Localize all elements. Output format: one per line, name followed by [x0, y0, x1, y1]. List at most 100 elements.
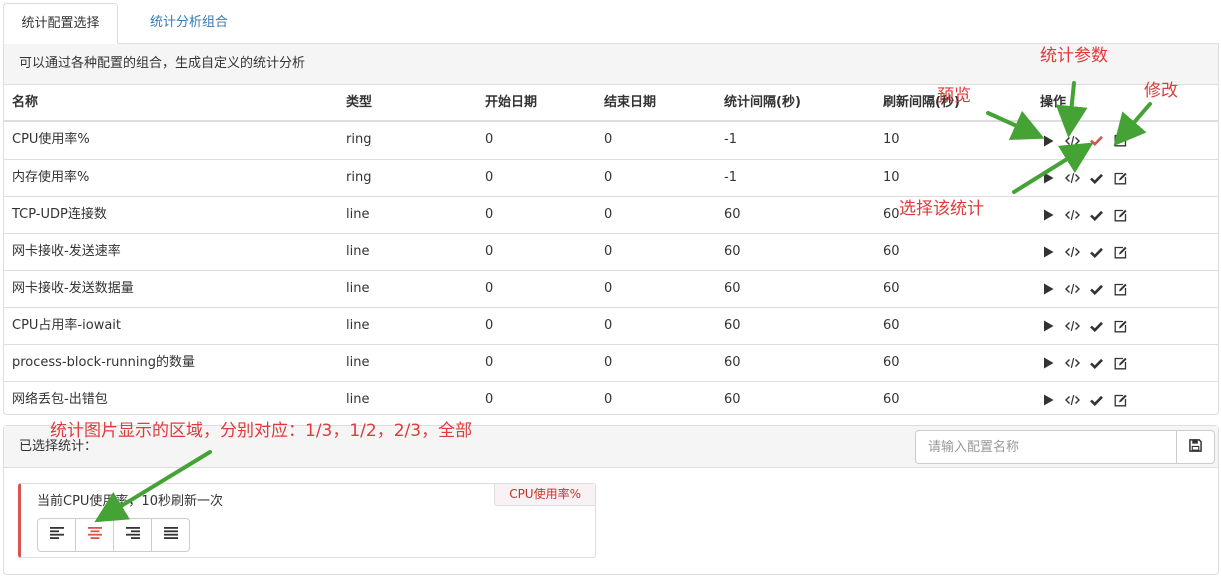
width-button-group [37, 518, 190, 552]
tab-analysis-combo[interactable]: 统计分析组合 [134, 3, 244, 44]
cell-type: line [346, 355, 370, 370]
edit-button[interactable] [1111, 391, 1130, 410]
cell-stat-interval: -1 [724, 132, 737, 147]
preview-button[interactable] [1039, 206, 1058, 225]
cell-start-date: 0 [485, 281, 494, 296]
col-actions: 操作 [1040, 95, 1067, 110]
width-third-button[interactable] [37, 518, 76, 552]
table-row: process-block-running的数量 line 0 0 60 60 [4, 344, 1218, 381]
tab-config-select[interactable]: 统计配置选择 [3, 3, 118, 44]
panel-heading: 可以通过各种配置的组合，生成自定义的统计分析 [4, 44, 1218, 85]
width-half-button[interactable] [75, 518, 114, 552]
cell-end-date: 0 [604, 281, 613, 296]
cell-stat-interval: 60 [724, 244, 741, 259]
cell-name: 内存使用率% [12, 170, 90, 185]
cell-name: 网卡接收-发送数据量 [12, 281, 134, 296]
preview-button[interactable] [1039, 131, 1058, 150]
select-stat-button[interactable] [1087, 391, 1106, 410]
select-stat-button[interactable] [1087, 243, 1106, 262]
table-row: 网卡接收-发送数据量 line 0 0 60 60 [4, 270, 1218, 307]
preview-button[interactable] [1039, 317, 1058, 336]
annotation-select-stat: 选择该统计 [899, 199, 984, 219]
edit-button[interactable] [1111, 354, 1130, 373]
table-row: 网络丢包-出错包 line 0 0 60 60 [4, 381, 1218, 418]
stat-params-button[interactable] [1063, 131, 1082, 150]
tab-bar: 统计配置选择 统计分析组合 [3, 3, 1219, 44]
col-end-date: 结束日期 [604, 95, 657, 110]
cell-start-date: 0 [485, 132, 494, 147]
preview-button[interactable] [1039, 280, 1058, 299]
selected-stat-card: 当前CPU使用率，10秒刷新一次 CPU使用率% [18, 483, 596, 558]
edit-button[interactable] [1111, 280, 1130, 299]
edit-button[interactable] [1111, 131, 1130, 150]
stat-params-button[interactable] [1063, 169, 1082, 188]
check-icon [1090, 395, 1103, 406]
config-name-input[interactable] [915, 430, 1177, 464]
row-actions [1039, 160, 1130, 196]
play-icon [1043, 246, 1054, 258]
preview-button[interactable] [1039, 391, 1058, 410]
row-actions [1039, 382, 1130, 418]
cell-name: TCP-UDP连接数 [12, 207, 107, 222]
edit-button[interactable] [1111, 317, 1130, 336]
annotation-region: 统计图片显示的区域，分别对应：1/3，1/2，2/3，全部 [50, 421, 473, 441]
cell-type: line [346, 244, 370, 259]
cell-stat-interval: 60 [724, 281, 741, 296]
select-stat-button[interactable] [1087, 354, 1106, 373]
code-icon [1065, 246, 1080, 258]
code-icon [1065, 209, 1080, 221]
align-right-icon [125, 527, 140, 543]
edit-button[interactable] [1111, 206, 1130, 225]
width-full-button[interactable] [151, 518, 190, 552]
code-icon [1065, 357, 1080, 369]
cell-end-date: 0 [604, 207, 613, 222]
stat-params-button[interactable] [1063, 206, 1082, 225]
code-icon [1065, 320, 1080, 332]
code-icon [1065, 172, 1080, 184]
cell-refresh-interval: 60 [883, 318, 900, 333]
table-row: TCP-UDP连接数 line 0 0 60 60 [4, 196, 1218, 233]
select-stat-button[interactable] [1087, 131, 1106, 150]
align-center-icon [87, 527, 102, 543]
cell-refresh-interval: 10 [883, 132, 900, 147]
edit-button[interactable] [1111, 169, 1130, 188]
edit-icon [1114, 209, 1127, 222]
edit-icon [1114, 246, 1127, 259]
select-stat-button[interactable] [1087, 317, 1106, 336]
preview-button[interactable] [1039, 243, 1058, 262]
stat-params-button[interactable] [1063, 391, 1082, 410]
stat-params-button[interactable] [1063, 280, 1082, 299]
save-button[interactable] [1176, 430, 1215, 464]
code-icon [1065, 135, 1080, 147]
table-row: 网卡接收-发送速率 line 0 0 60 60 [4, 233, 1218, 270]
select-stat-button[interactable] [1087, 206, 1106, 225]
col-stat-interval: 统计间隔(秒) [724, 95, 801, 110]
cell-type: ring [346, 132, 372, 147]
stat-params-button[interactable] [1063, 317, 1082, 336]
table-row: 内存使用率% ring 0 0 -1 10 [4, 159, 1218, 196]
stat-description: 当前CPU使用率，10秒刷新一次 [37, 494, 223, 509]
cell-start-date: 0 [485, 355, 494, 370]
cell-end-date: 0 [604, 355, 613, 370]
cell-stat-interval: -1 [724, 170, 737, 185]
preview-button[interactable] [1039, 169, 1058, 188]
cell-refresh-interval: 10 [883, 170, 900, 185]
cell-name: 网卡接收-发送速率 [12, 244, 121, 259]
select-stat-button[interactable] [1087, 169, 1106, 188]
stat-params-button[interactable] [1063, 243, 1082, 262]
stat-params-button[interactable] [1063, 354, 1082, 373]
edit-icon [1114, 320, 1127, 333]
col-name: 名称 [12, 95, 39, 110]
row-actions [1039, 234, 1130, 270]
search-group [915, 430, 1215, 464]
select-stat-button[interactable] [1087, 280, 1106, 299]
cell-end-date: 0 [604, 244, 613, 259]
width-two-thirds-button[interactable] [113, 518, 152, 552]
play-icon [1043, 135, 1054, 147]
edit-button[interactable] [1111, 243, 1130, 262]
preview-button[interactable] [1039, 354, 1058, 373]
annotation-stats-params: 统计参数 [1040, 46, 1108, 66]
cell-name: CPU占用率-iowait [12, 318, 121, 333]
check-icon [1090, 135, 1103, 146]
annotation-modify: 修改 [1144, 81, 1178, 101]
